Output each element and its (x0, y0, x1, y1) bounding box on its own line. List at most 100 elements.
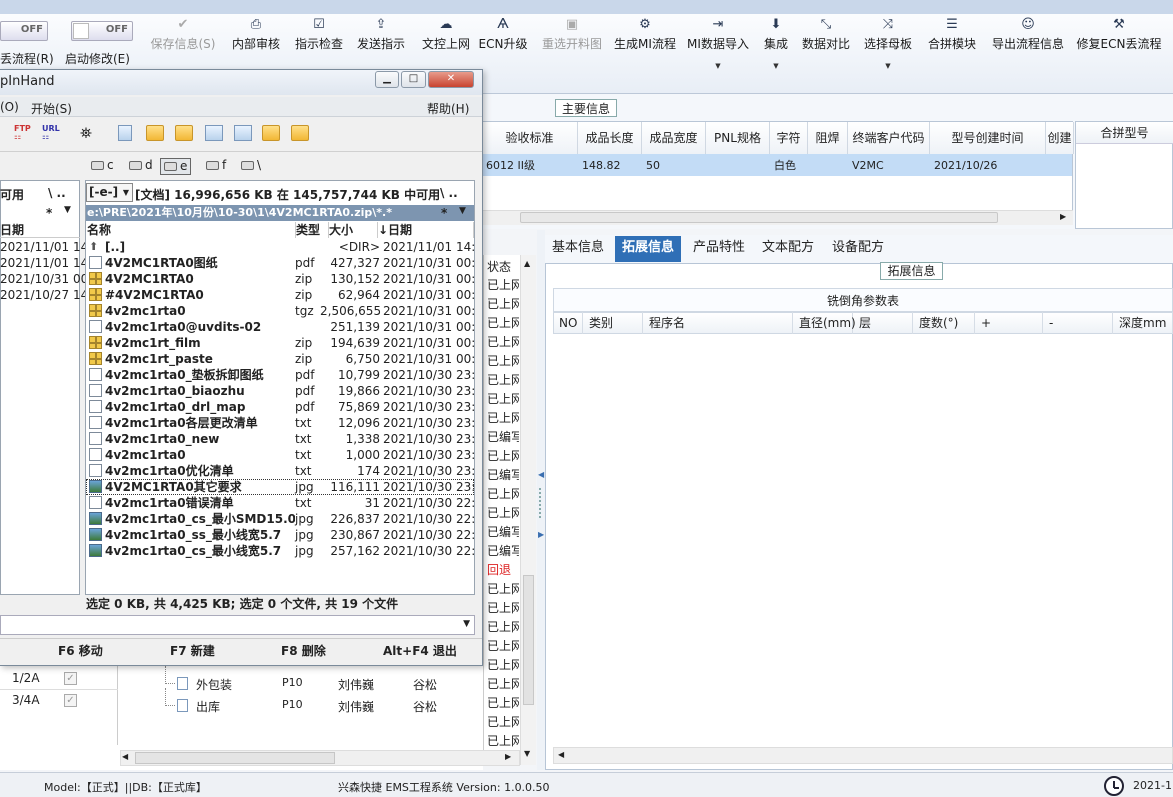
scroll-left-arrow-icon[interactable]: ◀ (122, 752, 128, 761)
drive-select[interactable]: [-e-] ▼ (86, 183, 133, 202)
drive-button-4[interactable]: \ (238, 158, 264, 175)
collapse-left-icon[interactable]: ◀ (538, 470, 544, 479)
grid-column-header[interactable]: 验收标准 (482, 122, 578, 154)
grid-column-header[interactable]: PNL规格 (706, 122, 770, 154)
file-name[interactable]: 4V2MC1RTA0 (105, 271, 295, 287)
chamfer-column-header[interactable]: NO (553, 312, 583, 334)
left-file-date[interactable]: 2021/11/01 14: (0, 239, 92, 255)
grid-column-header[interactable]: 型号创建时间 (930, 122, 1046, 154)
left-root-up[interactable]: \ .. (48, 186, 66, 200)
file-name[interactable]: 4v2mc1rta0各层更改清单 (105, 415, 295, 431)
file-name[interactable]: 4v2mc1rta0_垫板拆卸图纸 (105, 367, 295, 383)
document-icon[interactable] (234, 125, 252, 141)
grid-cell[interactable]: 6012 II级 (482, 155, 578, 177)
chevron-down-icon[interactable]: ▼ (64, 205, 71, 215)
file-name[interactable]: 4v2mc1rta0 (105, 447, 295, 463)
grid-column-header[interactable]: 创建 (1046, 122, 1074, 154)
file-name[interactable]: #4V2MC1RTA0 (105, 287, 295, 303)
dropdown-arrow-icon[interactable]: ▼ (773, 62, 778, 70)
file-name[interactable]: [..] (105, 239, 295, 255)
layer-checkbox[interactable]: ✓ (64, 694, 77, 707)
collapse-right-icon[interactable]: ▶ (538, 530, 544, 539)
toggle-switch-1[interactable]: OFF (0, 21, 48, 41)
toolbar-button-14[interactable]: ⚒ 修复ECN丢流程 (1076, 14, 1162, 94)
toolbar-button-6[interactable]: ▣ 重选开料图 (537, 14, 607, 94)
toolbar-button-10[interactable]: ⤡ 数据对比 (800, 14, 852, 94)
grid-cell[interactable] (808, 155, 848, 177)
chamfer-column-header[interactable]: 类别 (583, 312, 643, 334)
file-name[interactable]: 4v2mc1rt_film (105, 335, 295, 351)
grid-cell[interactable]: V2MC (848, 155, 930, 177)
file-column-header[interactable]: 类型 (296, 222, 329, 238)
left-filter-star[interactable]: * (46, 206, 52, 220)
document-icon[interactable] (205, 125, 223, 141)
chamfer-column-header[interactable]: 度数(°) (913, 312, 975, 334)
tab-0[interactable]: 基本信息 (545, 236, 611, 262)
folder-icon[interactable] (175, 125, 193, 141)
file-name[interactable]: 4v2mc1rta0_cs_最小SMD15.000 (105, 511, 295, 527)
toolbar-button-5[interactable]: Ѧ ECN升级 (479, 14, 528, 94)
url-icon[interactable]: URL ⚏ (42, 125, 60, 141)
chamfer-column-header[interactable]: 程序名 (643, 312, 793, 334)
scroll-left-arrow-icon[interactable]: ◀ (558, 750, 564, 759)
scroll-down-arrow-icon[interactable]: ▼ (524, 749, 530, 758)
folder-icon[interactable] (291, 125, 309, 141)
layer-checkbox[interactable]: ✓ (64, 672, 77, 685)
ftp-icon[interactable]: FTP ⚏ (14, 125, 32, 141)
chevron-down-icon[interactable]: ▼ (459, 206, 466, 216)
toolbar-button-7[interactable]: ⚙ 生成MI流程 (610, 14, 680, 94)
tree-node-label[interactable]: 外包装 (196, 676, 232, 693)
file-name[interactable]: 4v2mc1rta0_drl_map (105, 399, 295, 415)
grid-cell[interactable]: 50 (642, 155, 706, 177)
file-name[interactable]: 4v2mc1rta0_ss_最小线宽5.7 (105, 527, 295, 543)
chamfer-column-header[interactable]: - (1043, 312, 1113, 334)
tree-node-label[interactable]: 出库 (196, 698, 220, 715)
chamfer-column-header[interactable]: 直径(mm) (793, 312, 856, 334)
grid-cell[interactable]: 白色 (770, 155, 808, 177)
scroll-thumb[interactable] (523, 575, 534, 705)
scroll-up-arrow-icon[interactable]: ▲ (524, 259, 530, 268)
vertical-scrollbar[interactable]: ▲ ▼ (520, 255, 536, 765)
left-column-header[interactable]: 日期 (0, 222, 80, 238)
grid-column-header[interactable]: 阻焊 (808, 122, 848, 154)
grid-cell[interactable] (1046, 155, 1074, 177)
file-name[interactable]: 4v2mc1rta0错误清单 (105, 495, 295, 511)
grid-column-header[interactable]: 终端客户代码 (848, 122, 930, 154)
tab-3[interactable]: 文本配方 (755, 236, 821, 262)
function-key-button[interactable]: F6 移动 (58, 642, 103, 659)
toolbar-button-12[interactable]: ☰ 合拼模块 (926, 14, 978, 94)
dropdown-arrow-icon[interactable]: ▼ (715, 62, 720, 70)
binoculars-icon[interactable]: ⛯ (80, 125, 98, 141)
function-key-button[interactable]: F7 新建 (170, 642, 215, 659)
close-button[interactable]: ✕ (428, 71, 474, 88)
file-name[interactable]: 4v2mc1rta0 (105, 303, 295, 319)
right-filter-star[interactable]: * (441, 206, 447, 220)
file-name[interactable]: 4V2MC1RTA0图纸 (105, 255, 295, 271)
scroll-thumb[interactable] (520, 212, 998, 223)
function-key-button[interactable]: F8 删除 (281, 642, 326, 659)
folder-icon[interactable] (146, 125, 164, 141)
left-file-date[interactable]: 2021/10/31 00: (0, 271, 92, 287)
grid-column-header[interactable]: 成品宽度 (642, 122, 706, 154)
file-name[interactable]: 4v2mc1rta0_biaozhu (105, 383, 295, 399)
grid-column-header[interactable]: 成品长度 (578, 122, 642, 154)
grid-column-header[interactable]: 字符 (770, 122, 808, 154)
grid-cell[interactable]: 2021/10/26 (930, 155, 1046, 177)
file-column-header[interactable]: 大小 (329, 222, 378, 238)
grid-cell[interactable]: 148.82 (578, 155, 642, 177)
toolbar-button-11[interactable]: ⤨ 选择母板 ▼ (862, 14, 914, 94)
drive-button-1[interactable]: d (126, 158, 156, 175)
left-file-date[interactable]: 2021/11/01 14: (0, 255, 92, 271)
drive-button-2[interactable]: e (160, 158, 192, 175)
grid-cell[interactable] (706, 155, 770, 177)
calculator-icon[interactable] (118, 125, 132, 141)
dropdown-arrow-icon[interactable]: ▼ (885, 62, 890, 70)
toggle-switch-2[interactable]: OFF (71, 21, 133, 41)
left-file-date[interactable]: 2021/10/27 14: (0, 287, 92, 303)
right-root-up[interactable]: \ .. (440, 186, 458, 200)
folder-icon[interactable] (262, 125, 280, 141)
minimize-button[interactable]: ▁ (375, 71, 399, 88)
menu-item-start[interactable]: 开始(S) (31, 100, 72, 117)
tab-1[interactable]: 拓展信息 (615, 236, 682, 262)
toolbar-button-13[interactable]: ☺ 导出流程信息 (988, 14, 1068, 94)
